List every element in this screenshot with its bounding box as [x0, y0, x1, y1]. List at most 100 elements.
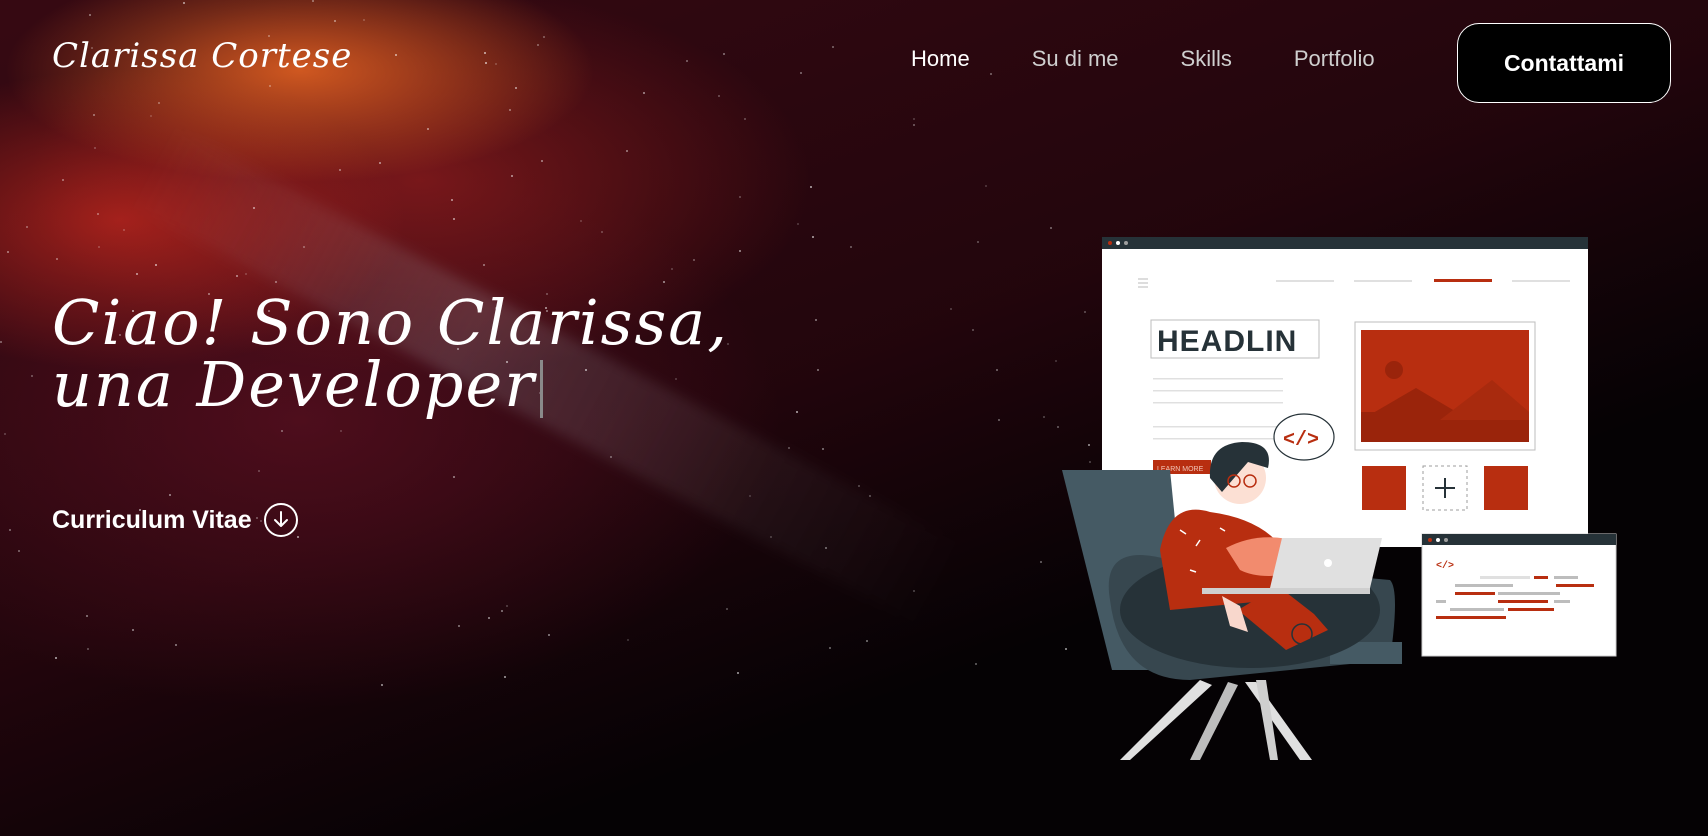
star [998, 419, 1000, 421]
typing-cursor [539, 360, 543, 418]
star [453, 218, 455, 220]
star [483, 264, 485, 266]
developer-illustration: HEADLIN LEARN MORE </> </> [1062, 237, 1617, 760]
mock-headline-text: HEADLIN [1157, 325, 1297, 358]
star [155, 264, 157, 266]
contact-button[interactable]: Contattami [1457, 23, 1671, 103]
star [269, 85, 271, 87]
star [395, 54, 397, 56]
star [800, 72, 802, 74]
star [869, 495, 871, 497]
star [537, 44, 539, 46]
star [913, 590, 915, 592]
star [975, 663, 977, 665]
star [97, 213, 99, 215]
star [832, 46, 834, 48]
star [996, 369, 998, 371]
star [158, 102, 160, 104]
star [458, 625, 460, 627]
star [511, 175, 513, 177]
star [990, 73, 992, 75]
star [825, 547, 827, 549]
cv-label: Curriculum Vitae [52, 505, 252, 534]
star [303, 246, 305, 248]
star [9, 529, 11, 531]
star [175, 644, 177, 646]
star [427, 128, 429, 130]
star [94, 147, 96, 149]
star [541, 160, 543, 162]
star [183, 2, 185, 4]
star [913, 118, 915, 120]
star [718, 95, 720, 97]
star [723, 53, 725, 55]
star [312, 0, 314, 2]
hero-headline-text: Ciao! Sono Clarissa, una Developer [52, 286, 729, 421]
star [822, 448, 824, 450]
star [744, 118, 746, 120]
star [4, 433, 6, 435]
star [610, 456, 612, 458]
star [258, 470, 260, 472]
star [451, 199, 453, 201]
star [245, 273, 247, 275]
star [501, 610, 503, 612]
star [18, 550, 20, 552]
nav-item-su-di-me[interactable]: Su di me [1032, 46, 1119, 72]
star [488, 617, 490, 619]
star [810, 186, 812, 188]
star [663, 281, 665, 283]
brand-logo[interactable]: Clarissa Cortese [52, 36, 352, 76]
star [580, 220, 582, 222]
nav-item-home[interactable]: Home [911, 46, 970, 72]
star [98, 246, 100, 248]
star [643, 92, 645, 94]
star [123, 229, 125, 231]
star [453, 476, 455, 478]
star [913, 124, 915, 126]
star [739, 250, 741, 252]
star [797, 223, 799, 225]
star [671, 268, 673, 270]
star [495, 63, 497, 65]
star [950, 308, 952, 310]
star [7, 251, 9, 253]
star [55, 657, 57, 659]
star [1057, 426, 1059, 428]
star [281, 430, 283, 432]
star [334, 20, 336, 22]
star [543, 36, 545, 38]
star [1050, 227, 1052, 229]
star [788, 447, 790, 449]
star [509, 109, 511, 111]
star [548, 634, 550, 636]
star [737, 672, 739, 674]
code-bubble-symbol: </> [1283, 429, 1319, 452]
code-window: </> [1421, 533, 1617, 657]
nav-item-portfolio[interactable]: Portfolio [1294, 46, 1375, 72]
star [236, 275, 238, 277]
star [379, 162, 381, 164]
star [275, 281, 277, 283]
star [812, 236, 814, 238]
star [150, 115, 152, 117]
nav-item-skills[interactable]: Skills [1181, 46, 1232, 72]
star [770, 536, 772, 538]
star [749, 495, 751, 497]
star [985, 185, 987, 187]
cv-download-link[interactable]: Curriculum Vitae [52, 503, 298, 537]
star [627, 639, 629, 641]
star [484, 52, 486, 54]
star [693, 259, 695, 261]
star [1043, 416, 1045, 418]
star [93, 114, 95, 116]
main-nav: Home Su di me Skills Portfolio [911, 46, 1375, 72]
star [89, 14, 91, 16]
star [132, 629, 134, 631]
star [504, 676, 506, 678]
star [626, 150, 628, 152]
star [381, 684, 383, 686]
code-window-symbol: </> [1436, 560, 1454, 572]
star [169, 494, 171, 496]
star [858, 485, 860, 487]
